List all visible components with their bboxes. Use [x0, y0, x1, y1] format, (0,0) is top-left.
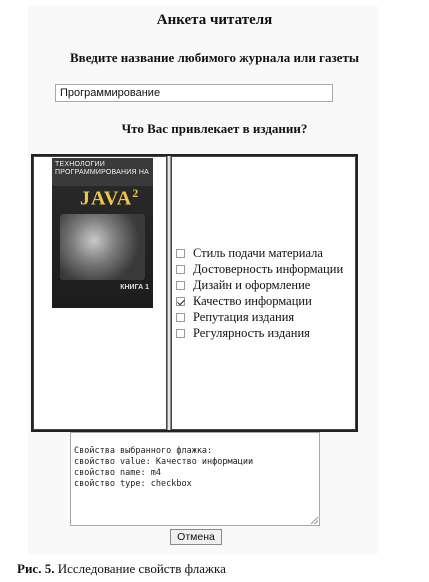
options-checklist: Стиль подачи материала Достоверность инф…: [176, 245, 343, 341]
book-illustration: [60, 214, 145, 280]
book-bottom: КНИГА 1: [52, 282, 153, 308]
option-row[interactable]: Регулярность издания: [176, 325, 343, 341]
caption-prefix: Рис. 5.: [17, 561, 55, 576]
option-checkbox[interactable]: [176, 328, 185, 338]
option-row[interactable]: Качество информации: [176, 293, 343, 309]
book-java-version: 2: [132, 186, 140, 200]
option-label: Регулярность издания: [193, 325, 310, 340]
book-volume: КНИГА 1: [120, 284, 149, 291]
book-java-word: JAVA: [80, 187, 133, 210]
page-title: Анкета читателя: [156, 12, 273, 28]
caption-text: Исследование свойств флажка: [57, 561, 226, 576]
option-label: Репутация издания: [193, 309, 295, 324]
option-label: Качество информации: [193, 293, 312, 308]
book-cover-image: ТЕХНОЛОГИИ ПРОГРАММИРОВАНИЯ НА JAVA2 КНИ…: [52, 158, 153, 308]
figure-caption: Рис. 5. Исследование свойств флажка: [17, 561, 226, 577]
option-checkbox[interactable]: [176, 296, 185, 306]
book-java-title: JAVA2: [80, 186, 139, 211]
question-heading: Что Вас привлекает в издании?: [121, 121, 308, 136]
option-label: Достоверность информации: [193, 261, 344, 276]
console-line: свойство type: checkbox: [74, 479, 192, 489]
option-label: Стиль подачи материала: [193, 245, 323, 260]
option-checkbox[interactable]: [176, 264, 185, 274]
console-line: свойство name: m4: [74, 468, 161, 478]
option-checkbox[interactable]: [176, 280, 185, 290]
magazine-prompt: Введите название любимого журнала или га…: [70, 50, 359, 65]
cancel-button[interactable]: Отмена: [170, 529, 222, 545]
magazine-input[interactable]: [55, 84, 333, 102]
console-line: свойство value: Качество информации: [74, 457, 254, 467]
option-row[interactable]: Репутация издания: [176, 309, 343, 325]
option-row[interactable]: Стиль подачи материала: [176, 245, 343, 261]
resize-grip-icon[interactable]: [311, 517, 318, 524]
console-line: Свойства выбранного флажка:: [74, 446, 213, 456]
option-label: Дизайн и оформление: [193, 277, 311, 292]
option-checkbox[interactable]: [176, 312, 185, 322]
option-row[interactable]: Дизайн и оформление: [176, 277, 343, 293]
properties-textarea[interactable]: Свойства выбранного флажка: свойство valu…: [70, 432, 320, 526]
option-row[interactable]: Достоверность информации: [176, 261, 343, 277]
option-checkbox[interactable]: [176, 248, 185, 258]
book-top-text: ТЕХНОЛОГИИ ПРОГРАММИРОВАНИЯ НА: [52, 158, 153, 186]
